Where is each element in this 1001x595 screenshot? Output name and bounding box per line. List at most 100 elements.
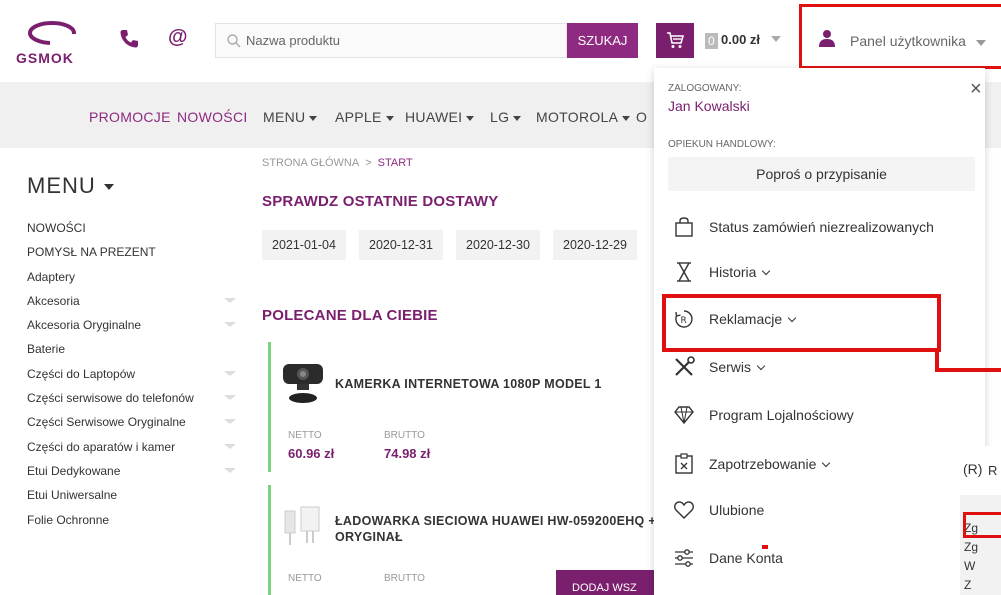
breadcrumb-current[interactable]: START (378, 157, 413, 169)
chevron-down-icon (103, 184, 114, 191)
user-icon (819, 30, 835, 47)
menu-item-order-status[interactable]: Status zamówień niezrealizowanych (654, 206, 985, 252)
heart-icon (674, 501, 694, 519)
highlight-marker (762, 545, 768, 549)
category-item[interactable]: Etui Dedykowane (27, 462, 242, 486)
expand-icon[interactable] (224, 322, 236, 328)
product-name[interactable]: ŁADOWARKA SIECIOWA HUAWEI HW-059200EHQ +… (335, 513, 656, 545)
brutto-label: BRUTTO (384, 430, 425, 441)
expand-icon[interactable] (224, 297, 236, 303)
nav-promocje[interactable]: PROMOCJE (89, 109, 171, 125)
nav-menu-label: MENU (263, 109, 306, 125)
nav-other[interactable]: O (636, 109, 647, 125)
category-item-label: Części do Laptopów (27, 366, 136, 381)
menu-item-history[interactable]: Historia (654, 251, 985, 297)
nav-motorola[interactable]: MOTOROLA (536, 109, 631, 125)
cart-caret-icon[interactable] (771, 36, 781, 42)
nav-menu[interactable]: MENU (263, 109, 318, 125)
nav-motorola-label: MOTOROLA (536, 109, 619, 125)
hourglass-icon (677, 262, 691, 282)
add-all-button[interactable]: DODAJ WSZ (556, 570, 660, 595)
charger-image (284, 506, 320, 545)
highlight-connector (935, 368, 1001, 372)
category-item-label: Adaptery (27, 269, 76, 284)
breadcrumb-home[interactable]: STRONA GŁÓWNA (262, 157, 359, 169)
category-item[interactable]: Baterie (27, 340, 242, 364)
user-panel-caret-icon (976, 40, 986, 46)
sliders-icon (675, 549, 693, 567)
product-card[interactable]: KAMERKA INTERNETOWA 1080P MODEL 1 NETTO … (268, 342, 658, 472)
category-item[interactable]: Części do aparatów i kamer (27, 438, 242, 462)
category-item-label: Etui Dedykowane (27, 463, 121, 478)
expand-icon[interactable] (224, 395, 236, 401)
category-item[interactable]: NOWOŚCI (27, 219, 242, 243)
logo-swoosh-icon (28, 21, 76, 46)
nav-nowosci[interactable]: NOWOŚCI (177, 109, 248, 125)
category-item[interactable]: Części Serwisowe Oryginalne (27, 413, 242, 437)
webcam-image (283, 364, 323, 403)
phone-icon[interactable] (118, 28, 140, 50)
user-panel-button[interactable]: Panel użytkownika (799, 4, 1001, 69)
netto-label: NETTO (288, 430, 322, 441)
service-label: Serwis (709, 359, 752, 375)
cart-total[interactable]: 0.00 zł (721, 32, 760, 47)
menu-item-favorites[interactable]: Ulubione (654, 489, 985, 535)
chevron-down-icon (513, 115, 522, 121)
user-panel-label: Panel użytkownika (850, 33, 966, 49)
highlight-box (662, 294, 941, 352)
close-icon[interactable]: × (970, 78, 982, 101)
category-item[interactable]: Folie Ochronne (27, 511, 242, 535)
diamond-icon (674, 406, 694, 425)
category-item[interactable]: Akcesoria (27, 292, 242, 316)
category-item[interactable]: Adaptery (27, 268, 242, 292)
menu-item-loyalty[interactable]: Program Lojalnościowy (654, 394, 985, 440)
category-item-label: Akcesoria (27, 293, 80, 308)
menu-item-label: Status zamówień niezrealizowanych (709, 219, 934, 235)
expand-icon[interactable] (224, 467, 236, 473)
search-input[interactable] (246, 24, 556, 57)
highlight-box (963, 512, 1001, 538)
gsmok-logo[interactable]: GSMOK (16, 20, 96, 68)
menu-item-label: Program Lojalnościowy (709, 407, 854, 423)
subpanel-item[interactable]: Zg (964, 540, 978, 554)
breadcrumb: STRONA GŁÓWNA > START (262, 157, 413, 169)
nav-lg[interactable]: LG (490, 109, 522, 125)
category-item[interactable]: Części serwisowe do telefonów (27, 389, 242, 413)
expand-icon[interactable] (224, 370, 236, 376)
category-item[interactable]: Części do Laptopów (27, 365, 242, 389)
subpanel-item[interactable]: Z (964, 578, 971, 592)
email-icon[interactable]: @ (168, 26, 188, 49)
subpanel-item[interactable]: W (964, 559, 975, 573)
brutto-label: BRUTTO (384, 573, 425, 584)
cart-icon (667, 32, 684, 48)
expand-icon[interactable] (224, 443, 236, 449)
delivery-date-chip[interactable]: 2020-12-29 (553, 230, 637, 260)
delivery-date-chip[interactable]: 2020-12-30 (456, 230, 540, 260)
chevron-down-icon (385, 115, 394, 121)
complaint-icon: (R) (963, 461, 983, 477)
menu-item-account-data[interactable]: Dane Konta (654, 537, 985, 583)
nav-huawei[interactable]: HUAWEI (405, 109, 475, 125)
search-button[interactable]: SZUKAJ (567, 23, 638, 58)
cart-button[interactable] (656, 23, 694, 58)
breadcrumb-separator: > (365, 157, 372, 169)
delivery-date-chip[interactable]: 2021-01-04 (262, 230, 346, 260)
cart-count-badge: 0 (705, 33, 718, 49)
history-label: Historia (709, 264, 757, 280)
category-item[interactable]: POMYSŁ NA PREZENT (27, 243, 242, 267)
product-name-line: ŁADOWARKA SIECIOWA HUAWEI HW-059200EHQ + (335, 514, 656, 528)
category-item[interactable]: Etui Uniwersalne (27, 486, 242, 510)
chevron-down-icon (309, 115, 318, 121)
chevron-down-icon (622, 115, 631, 121)
category-item[interactable]: Akcesoria Oryginalne (27, 316, 242, 340)
sidebar-menu-title[interactable]: MENU (27, 173, 114, 199)
chevron-down-icon (822, 458, 831, 468)
nav-apple[interactable]: APPLE (335, 109, 394, 125)
menu-item-demand[interactable]: Zapotrzebowanie (654, 443, 985, 489)
product-name[interactable]: KAMERKA INTERNETOWA 1080P MODEL 1 (335, 376, 602, 392)
menu-item-label: Serwis (709, 359, 766, 375)
demand-label: Zapotrzebowanie (709, 456, 817, 472)
delivery-date-chip[interactable]: 2020-12-31 (359, 230, 443, 260)
expand-icon[interactable] (224, 419, 236, 425)
request-assignment-button[interactable]: Poproś o przypisanie (668, 157, 975, 191)
